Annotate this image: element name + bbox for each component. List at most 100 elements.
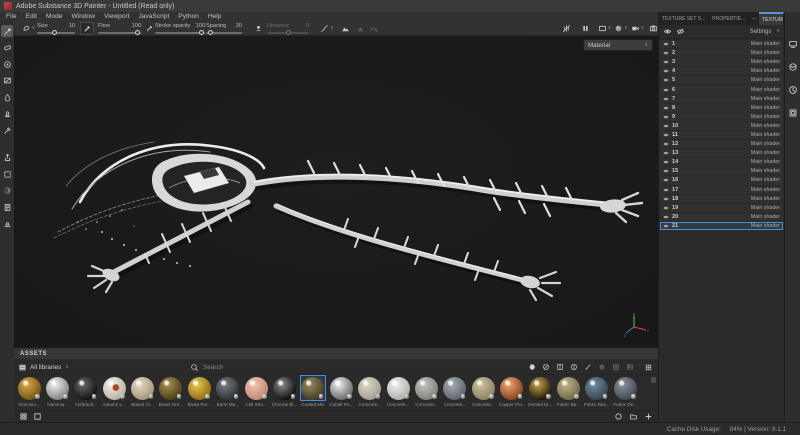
clone-tool[interactable] <box>1 108 13 120</box>
texture-set-row[interactable]: 18Main shader <box>660 195 783 203</box>
transform-tool[interactable] <box>1 168 13 180</box>
texture-set-row[interactable]: 10Main shader <box>660 122 783 130</box>
visibility-eye-icon[interactable] <box>663 77 669 83</box>
texture-set-row[interactable]: 17Main shader <box>660 186 783 194</box>
visibility-eye-icon[interactable] <box>663 132 669 138</box>
brushes-filter-icon[interactable] <box>584 363 592 371</box>
paint-tool[interactable] <box>1 25 13 37</box>
projection-tool[interactable] <box>1 58 13 70</box>
menu-javascript[interactable]: JavaScript <box>139 13 170 20</box>
alignment-button[interactable] <box>253 22 263 35</box>
param-value[interactable]: 100 <box>196 23 205 29</box>
export-tool[interactable] <box>1 152 13 164</box>
param-value[interactable]: 10 <box>69 23 75 29</box>
search-input[interactable] <box>203 364 323 371</box>
material-thumbnail[interactable]: Cell Stru... <box>243 375 269 410</box>
falloff-button[interactable]: ∨ <box>320 22 334 35</box>
tab-overflow-indicator[interactable]: — <box>749 12 759 25</box>
material-thumbnail[interactable]: Fabric Ba... <box>555 375 581 410</box>
material-thumbnail[interactable]: Brass Pur... <box>186 375 212 410</box>
param-slider[interactable] <box>206 32 242 34</box>
material-thumbnail[interactable]: Anthracit... <box>73 375 99 410</box>
shader-mode-button[interactable]: ∨ <box>614 22 628 35</box>
texture-set-row[interactable]: 13Main shader <box>660 149 783 157</box>
visibility-eye-icon[interactable] <box>663 223 669 229</box>
material-thumbnail[interactable]: Aluminiu... <box>16 375 42 410</box>
visibility-eye-icon[interactable] <box>663 159 669 165</box>
viewport-3d[interactable]: Material ∨ y x z <box>14 36 658 346</box>
material-thumbnail[interactable]: Dented M... <box>527 375 553 410</box>
texture-set-row[interactable]: 5Main shader <box>660 76 783 84</box>
import-folder-icon[interactable] <box>629 412 638 421</box>
material-thumbnail[interactable]: Copper Pur... <box>499 375 525 410</box>
smudge-tool[interactable] <box>1 91 13 103</box>
polygon-fill-tool[interactable] <box>1 75 13 87</box>
param-spacing[interactable]: Spacing20 <box>206 23 242 35</box>
param-value[interactable]: 100 <box>132 23 141 29</box>
material-thumbnail[interactable]: Cobalt Pu... <box>328 375 354 410</box>
isolate-visibility-icon[interactable] <box>676 27 685 36</box>
brush-stencil-button[interactable] <box>145 22 154 35</box>
visibility-eye-icon[interactable] <box>663 96 669 102</box>
param-slider[interactable] <box>98 32 141 34</box>
lazy-mouse-button[interactable] <box>368 22 379 35</box>
mask-tool[interactable] <box>1 185 13 197</box>
grid-view-icon[interactable] <box>644 363 653 372</box>
camera-mode-button[interactable]: ∨ <box>630 22 645 35</box>
param-distance[interactable]: Distance0 <box>267 23 309 35</box>
material-picker-tool[interactable] <box>1 124 13 136</box>
material-thumbnail[interactable]: Burnt Me... <box>215 375 241 410</box>
menu-viewport[interactable]: Viewport <box>104 13 130 20</box>
visibility-eye-icon[interactable] <box>663 205 669 211</box>
visibility-eye-icon[interactable] <box>663 214 669 220</box>
brush-preset-button[interactable]: ∨ <box>20 22 37 35</box>
material-thumbnail[interactable]: Aluminiu... <box>44 375 70 410</box>
texture-set-row[interactable]: 20Main shader <box>660 213 783 221</box>
material-thumbnail[interactable]: Fabric Bas... <box>584 375 610 410</box>
visibility-eye-icon[interactable] <box>663 68 669 74</box>
display-settings-icon[interactable] <box>788 39 798 49</box>
menu-file[interactable]: File <box>6 13 17 20</box>
material-thumbnail[interactable]: Concrete... <box>357 375 383 410</box>
texture-set-row[interactable]: 7Main shader <box>660 95 783 103</box>
filters-filter-icon[interactable] <box>570 363 578 371</box>
tab-texture[interactable]: TEXTURE ... <box>759 12 784 25</box>
smart-materials-filter-icon[interactable] <box>542 363 550 371</box>
geometry-visibility-icon[interactable] <box>663 27 672 36</box>
visibility-eye-icon[interactable] <box>663 59 669 65</box>
texture-set-row[interactable]: 11Main shader <box>660 131 783 139</box>
history-icon[interactable] <box>788 85 798 95</box>
visibility-eye-icon[interactable] <box>663 187 669 193</box>
visibility-eye-icon[interactable] <box>663 177 669 183</box>
visibility-eye-icon[interactable] <box>663 196 669 202</box>
brush-alpha-button[interactable] <box>80 22 94 35</box>
texture-set-row[interactable]: 12Main shader <box>660 140 783 148</box>
menu-help[interactable]: Help <box>208 13 222 20</box>
thumbnail-size-small-icon[interactable] <box>19 412 28 421</box>
material-thumbnail[interactable]: Baked Cl... <box>130 375 156 410</box>
library-dropdown[interactable]: All libraries ∨ <box>18 359 69 375</box>
smart-masks-filter-icon[interactable] <box>556 363 564 371</box>
alphas-filter-icon[interactable] <box>598 363 606 371</box>
visibility-eye-icon[interactable] <box>663 123 669 129</box>
pause-engine-button[interactable] <box>580 22 591 35</box>
texture-set-row[interactable]: 19Main shader <box>660 204 783 212</box>
axis-gizmo[interactable]: y x z <box>624 313 650 337</box>
texture-set-settings-icon[interactable] <box>788 108 798 118</box>
material-thumbnail[interactable]: Concrete... <box>413 375 439 410</box>
viewport-material-dropdown[interactable]: Material ∨ <box>583 39 653 51</box>
notes-tool[interactable] <box>1 201 13 213</box>
material-thumbnail[interactable]: Concrete... <box>385 375 411 410</box>
material-thumbnail[interactable]: Coated Mix <box>300 375 326 410</box>
texture-set-row[interactable]: 16Main shader <box>660 176 783 184</box>
material-thumbnail[interactable]: Fabric De... <box>612 375 638 410</box>
material-thumbnail[interactable]: Brass Gre... <box>158 375 184 410</box>
shader-settings-icon[interactable] <box>788 62 798 72</box>
texture-set-row[interactable]: 6Main shader <box>660 85 783 93</box>
add-asset-icon[interactable] <box>644 412 653 421</box>
assets-header[interactable]: ASSETS <box>14 348 658 359</box>
visibility-eye-icon[interactable] <box>663 41 669 47</box>
visibility-eye-icon[interactable] <box>663 87 669 93</box>
tab-propertie[interactable]: PROPERTIE... <box>709 12 749 25</box>
eraser-tool[interactable] <box>1 42 13 54</box>
